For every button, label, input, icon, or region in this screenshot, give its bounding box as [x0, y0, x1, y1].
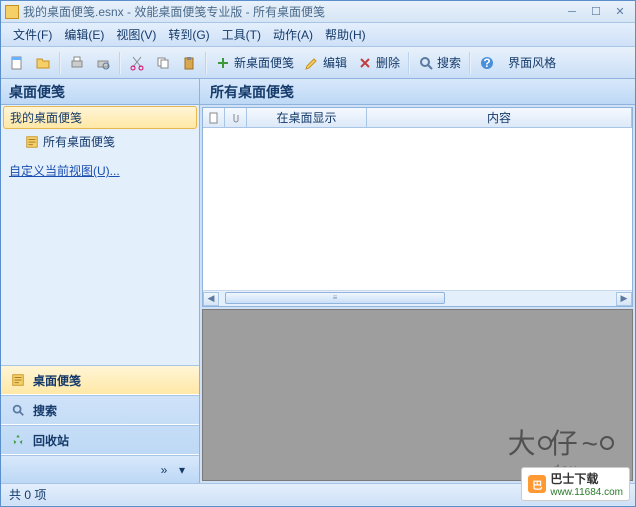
print-preview-button[interactable]	[91, 51, 115, 75]
scroll-right-button[interactable]: ▶	[616, 292, 632, 306]
separator	[469, 52, 471, 74]
menu-tools[interactable]: 工具(T)	[216, 24, 267, 45]
theme-button[interactable]: 界面风格	[501, 51, 560, 75]
col-icon2[interactable]	[225, 108, 247, 127]
copy-button[interactable]	[151, 51, 175, 75]
edit-note-button[interactable]: 编辑	[300, 51, 351, 75]
note-icon	[11, 373, 25, 387]
svg-text:?: ?	[483, 56, 490, 70]
tree-all-notes-label: 所有桌面便笺	[43, 133, 115, 150]
delete-note-button[interactable]: 删除	[353, 51, 404, 75]
nav-search-label: 搜索	[33, 402, 57, 419]
scroll-track[interactable]: ≡	[220, 292, 615, 306]
nav-search[interactable]: 搜索	[1, 395, 199, 425]
watermark-text: 大仔~	[508, 422, 612, 462]
separator	[119, 52, 121, 74]
print-button[interactable]	[65, 51, 89, 75]
new-note-button[interactable]: 新桌面便笺	[211, 51, 298, 75]
status-count: 共 0 项	[9, 486, 46, 503]
download-site: 巴士下载	[550, 470, 623, 487]
download-badge[interactable]: 巴 巴士下载 www.11684.com	[521, 467, 630, 501]
scroll-thumb[interactable]: ≡	[225, 292, 445, 304]
cut-button[interactable]	[125, 51, 149, 75]
separator	[59, 52, 61, 74]
window-title: 我的桌面便笺.esnx - 效能桌面便笺专业版 - 所有桌面便笺	[23, 3, 559, 20]
open-file-button[interactable]	[31, 51, 55, 75]
preview-pane: 大仔~ day	[202, 309, 633, 481]
recycle-icon	[11, 433, 25, 447]
workspace: 桌面便笺 我的桌面便笺 所有桌面便笺 自定义当前视图(U)... 桌面便笺 搜索…	[1, 79, 635, 483]
close-button[interactable]: ✕	[609, 4, 631, 20]
minimize-button[interactable]: ─	[561, 4, 583, 20]
separator	[205, 52, 207, 74]
sidebar-panel-title: 桌面便笺	[1, 79, 199, 105]
tree-root[interactable]: 我的桌面便笺	[3, 106, 197, 129]
scroll-left-button[interactable]: ◀	[203, 292, 219, 306]
maximize-button[interactable]: ☐	[585, 4, 607, 20]
main-area: 所有桌面便笺 在桌面显示 内容 ◀ ≡ ▶ 大仔~ day	[200, 79, 635, 483]
nav-recycle-label: 回收站	[33, 432, 69, 449]
search-button[interactable]: 搜索	[414, 51, 465, 75]
paste-button[interactable]	[177, 51, 201, 75]
nav-recycle[interactable]: 回收站	[1, 425, 199, 455]
note-icon	[25, 135, 39, 149]
menu-goto[interactable]: 转到(G)	[162, 24, 215, 45]
nav-footer: » ▾	[1, 455, 199, 483]
nav-buttons: 桌面便笺 搜索 回收站	[1, 365, 199, 455]
col-icon1[interactable]	[203, 108, 225, 127]
list-header: 在桌面显示 内容	[203, 108, 632, 128]
customize-view-link[interactable]: 自定义当前视图(U)...	[1, 159, 199, 182]
nav-dropdown-button[interactable]: ▾	[173, 461, 191, 479]
nav-notes[interactable]: 桌面便笺	[1, 365, 199, 395]
download-logo-icon: 巴	[528, 475, 546, 493]
toolbar: 新桌面便笺 编辑 删除 搜索 ? 界面风格	[1, 47, 635, 79]
col-content[interactable]: 内容	[367, 108, 632, 127]
menu-edit[interactable]: 编辑(E)	[58, 24, 110, 45]
help-button[interactable]: ?	[475, 51, 499, 75]
menu-action[interactable]: 动作(A)	[267, 24, 319, 45]
page-icon	[208, 112, 220, 124]
menubar: 文件(F) 编辑(E) 视图(V) 转到(G) 工具(T) 动作(A) 帮助(H…	[1, 23, 635, 47]
list-body[interactable]	[203, 128, 632, 290]
horizontal-scrollbar: ◀ ≡ ▶	[203, 290, 632, 306]
menu-help[interactable]: 帮助(H)	[319, 24, 372, 45]
col-show-desktop[interactable]: 在桌面显示	[247, 108, 367, 127]
tree-all-notes[interactable]: 所有桌面便笺	[1, 130, 199, 153]
sidebar: 桌面便笺 我的桌面便笺 所有桌面便笺 自定义当前视图(U)... 桌面便笺 搜索…	[1, 79, 200, 483]
main-title: 所有桌面便笺	[200, 79, 635, 105]
new-file-button[interactable]	[5, 51, 29, 75]
app-icon	[5, 5, 19, 19]
nav-notes-label: 桌面便笺	[33, 372, 81, 389]
menu-view[interactable]: 视图(V)	[110, 24, 162, 45]
sidebar-tree: 我的桌面便笺 所有桌面便笺 自定义当前视图(U)...	[1, 105, 199, 365]
nav-more-button[interactable]: »	[155, 461, 173, 479]
separator	[408, 52, 410, 74]
download-url: www.11684.com	[550, 487, 623, 498]
menu-file[interactable]: 文件(F)	[7, 24, 58, 45]
attach-icon	[230, 112, 242, 124]
titlebar: 我的桌面便笺.esnx - 效能桌面便笺专业版 - 所有桌面便笺 ─ ☐ ✕	[1, 1, 635, 23]
note-list: 在桌面显示 内容 ◀ ≡ ▶	[202, 107, 633, 307]
search-icon	[11, 403, 25, 417]
